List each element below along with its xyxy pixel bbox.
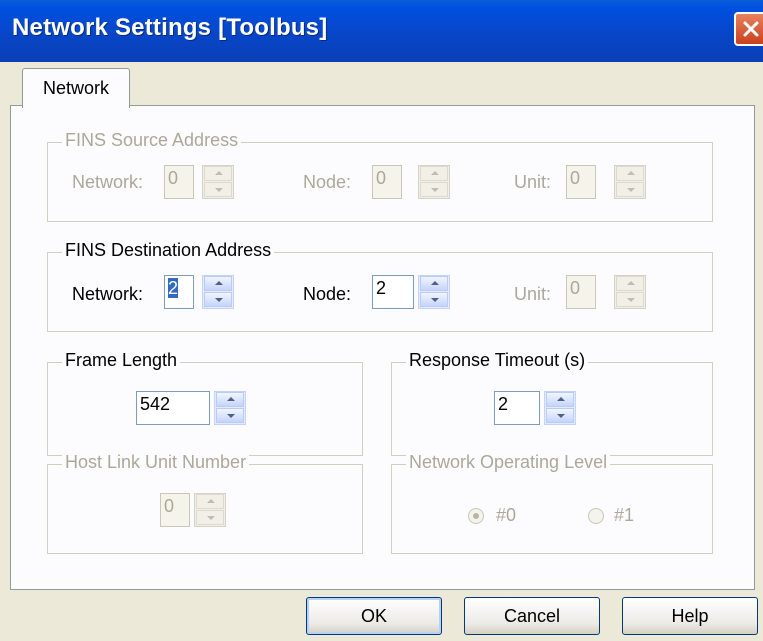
destination-network-input[interactable]: 2 bbox=[164, 275, 194, 309]
spin-down-icon[interactable] bbox=[546, 408, 574, 423]
response-timeout-input[interactable]: 2 bbox=[494, 391, 540, 425]
destination-unit-input[interactable]: 0 bbox=[566, 275, 596, 309]
host-link-group: Host Link Unit Number 0 bbox=[47, 452, 363, 554]
response-timeout-legend: Response Timeout (s) bbox=[406, 350, 589, 371]
spin-up-icon[interactable] bbox=[216, 392, 244, 407]
spin-up-icon[interactable] bbox=[616, 276, 644, 291]
operating-level-legend: Network Operating Level bbox=[406, 452, 611, 473]
response-timeout-group: Response Timeout (s) 2 bbox=[391, 350, 713, 456]
spin-up-icon[interactable] bbox=[546, 392, 574, 407]
source-unit-input[interactable]: 0 bbox=[566, 165, 596, 199]
destination-node-spinner[interactable] bbox=[418, 275, 450, 309]
destination-network-spinner[interactable] bbox=[202, 275, 234, 309]
fins-source-legend: FINS Source Address bbox=[62, 130, 242, 151]
spin-down-icon[interactable] bbox=[216, 408, 244, 423]
source-network-label: Network: bbox=[72, 172, 144, 192]
spin-down-icon[interactable] bbox=[420, 292, 448, 307]
spin-down-icon[interactable] bbox=[196, 510, 224, 525]
frame-length-legend: Frame Length bbox=[62, 350, 181, 371]
spin-down-icon[interactable] bbox=[420, 182, 448, 197]
spin-up-icon[interactable] bbox=[204, 166, 232, 181]
frame-length-input[interactable]: 542 bbox=[136, 391, 210, 425]
fins-destination-group: FINS Destination Address Network: 2 Node… bbox=[47, 240, 713, 332]
source-node-spinner[interactable] bbox=[418, 165, 450, 199]
tab-network-label: Network bbox=[42, 78, 109, 98]
destination-node-label: Node: bbox=[303, 284, 352, 304]
network-tab-panel: FINS Source Address Network: 0 Node: 0 U… bbox=[10, 105, 755, 590]
tab-network[interactable]: Network bbox=[22, 68, 130, 108]
source-unit-spinner[interactable] bbox=[614, 165, 646, 199]
destination-node-input[interactable]: 2 bbox=[372, 275, 414, 309]
title-bar: Network Settings [Toolbus] bbox=[0, 0, 763, 62]
source-unit-label: Unit: bbox=[514, 172, 552, 192]
spin-up-icon[interactable] bbox=[616, 166, 644, 181]
frame-length-group: Frame Length 542 bbox=[47, 350, 363, 456]
destination-network-value: 2 bbox=[168, 278, 179, 298]
spin-down-icon[interactable] bbox=[616, 182, 644, 197]
source-node-label: Node: bbox=[303, 172, 352, 192]
cancel-button[interactable]: Cancel bbox=[464, 597, 600, 635]
destination-unit-label: Unit: bbox=[514, 284, 552, 304]
spin-down-icon[interactable] bbox=[204, 182, 232, 197]
spin-down-icon[interactable] bbox=[204, 292, 232, 307]
frame-length-spinner[interactable] bbox=[214, 391, 246, 425]
level-1-label: #1 bbox=[614, 505, 635, 525]
close-button[interactable] bbox=[734, 12, 763, 46]
fins-destination-legend: FINS Destination Address bbox=[62, 240, 275, 261]
close-icon bbox=[743, 21, 759, 37]
host-link-legend: Host Link Unit Number bbox=[62, 452, 250, 473]
level-1-radio[interactable] bbox=[588, 508, 604, 524]
source-network-input[interactable]: 0 bbox=[164, 165, 194, 199]
host-link-input[interactable]: 0 bbox=[160, 493, 190, 527]
spin-down-icon[interactable] bbox=[616, 292, 644, 307]
spin-up-icon[interactable] bbox=[420, 276, 448, 291]
source-node-input[interactable]: 0 bbox=[372, 165, 402, 199]
level-0-radio[interactable] bbox=[468, 508, 484, 524]
host-link-spinner[interactable] bbox=[194, 493, 226, 527]
ok-button[interactable]: OK bbox=[306, 597, 442, 635]
help-button[interactable]: Help bbox=[622, 597, 758, 635]
operating-level-group: Network Operating Level #0 #1 bbox=[391, 452, 713, 554]
window-title: Network Settings [Toolbus] bbox=[12, 14, 328, 41]
destination-unit-spinner[interactable] bbox=[614, 275, 646, 309]
fins-source-group: FINS Source Address Network: 0 Node: 0 U… bbox=[47, 130, 713, 222]
source-network-spinner[interactable] bbox=[202, 165, 234, 199]
spin-up-icon[interactable] bbox=[420, 166, 448, 181]
spin-up-icon[interactable] bbox=[204, 276, 232, 291]
level-0-label: #0 bbox=[496, 505, 517, 525]
response-timeout-spinner[interactable] bbox=[544, 391, 576, 425]
spin-up-icon[interactable] bbox=[196, 494, 224, 509]
destination-network-label: Network: bbox=[72, 284, 144, 304]
